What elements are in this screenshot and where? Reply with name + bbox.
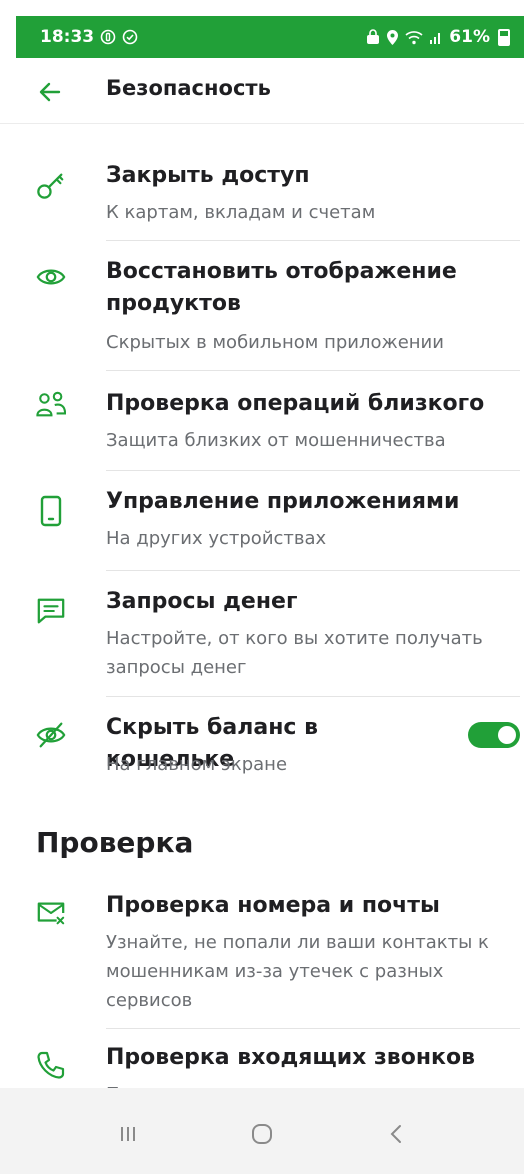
wifi-icon — [405, 30, 423, 45]
divider — [106, 696, 520, 697]
home-icon — [252, 1124, 272, 1144]
back-icon — [390, 1125, 401, 1143]
toggle-knob — [498, 726, 516, 744]
menu-item-relative-check[interactable]: Проверка операций близкого Защита близки… — [0, 388, 524, 464]
menu-item-check-number-mail[interactable]: Проверка номера и почты Узнайте, не попа… — [0, 890, 524, 1020]
phone-icon — [36, 495, 66, 527]
message-icon — [36, 596, 66, 626]
mail-check-icon — [36, 898, 66, 928]
menu-item-close-access[interactable]: Закрыть доступ К картам, вкладам и счета… — [0, 160, 524, 240]
system-nav-bar — [0, 1088, 524, 1174]
status-time: 18:33 — [40, 27, 95, 47]
divider — [106, 370, 520, 371]
item-title: Проверка операций близкого — [106, 391, 485, 416]
divider — [106, 1028, 520, 1029]
eye-icon — [36, 262, 66, 292]
menu-item-manage-apps[interactable]: Управление приложениями На других устрой… — [0, 486, 524, 562]
item-subtitle: Узнайте, не попали ли ваши контакты к мо… — [106, 932, 489, 1011]
recent-apps-icon — [121, 1127, 135, 1141]
lock-icon — [366, 29, 380, 45]
home-button[interactable] — [242, 1114, 282, 1154]
hide-balance-toggle[interactable] — [468, 722, 520, 748]
item-title: Запросы денег — [106, 589, 298, 614]
signal-icon — [429, 30, 443, 45]
battery-percent: 61% — [449, 27, 490, 47]
divider — [106, 470, 520, 471]
item-title: Закрыть доступ — [106, 163, 310, 188]
status-right: 61% — [366, 27, 510, 47]
location-icon — [386, 29, 399, 46]
item-subtitle: Предупредим о звонках мошенников, — [106, 1080, 514, 1088]
users-icon — [36, 390, 66, 420]
app-header: Безопасность — [0, 58, 524, 124]
item-subtitle: Защита близких от мошенничества — [106, 430, 446, 451]
section-title: Проверка — [36, 826, 194, 859]
system-back-button[interactable] — [376, 1114, 416, 1154]
status-left: 18:33 — [40, 27, 138, 47]
item-title: Восстановить отображение продуктов — [106, 259, 457, 316]
menu-item-hide-balance[interactable]: Скрыть баланс в кошельке На главном экра… — [0, 712, 524, 788]
eye-off-icon — [36, 720, 66, 750]
item-title: Проверка входящих звонков — [106, 1045, 475, 1070]
status-bar: 18:33 61% — [16, 16, 524, 58]
phone-call-icon — [36, 1050, 66, 1080]
item-title: Управление приложениями — [106, 489, 460, 514]
divider — [106, 570, 520, 571]
item-subtitle: На главном экране — [106, 754, 288, 775]
menu-item-restore-products[interactable]: Восстановить отображение продуктов Скрыт… — [0, 256, 524, 366]
item-title: Проверка номера и почты — [106, 893, 440, 918]
item-subtitle: На других устройствах — [106, 528, 327, 549]
item-subtitle: Настройте, от кого вы хотите получать за… — [106, 628, 483, 678]
battery-icon — [498, 28, 510, 46]
shield-check-icon — [122, 29, 138, 45]
menu-item-check-calls[interactable]: Проверка входящих звонков Предупредим о … — [0, 1042, 524, 1088]
item-subtitle: К картам, вкладам и счетам — [106, 202, 376, 223]
page-title: Безопасность — [106, 76, 271, 100]
arrow-left-icon — [39, 82, 61, 102]
back-button[interactable] — [36, 78, 64, 106]
vpn-icon — [100, 29, 116, 45]
item-subtitle: Скрытых в мобильном приложении — [106, 332, 444, 353]
key-icon — [36, 170, 66, 200]
recent-apps-button[interactable] — [108, 1114, 148, 1154]
divider — [106, 240, 520, 241]
menu-item-money-requests[interactable]: Запросы денег Настройте, от кого вы хоти… — [0, 586, 524, 690]
